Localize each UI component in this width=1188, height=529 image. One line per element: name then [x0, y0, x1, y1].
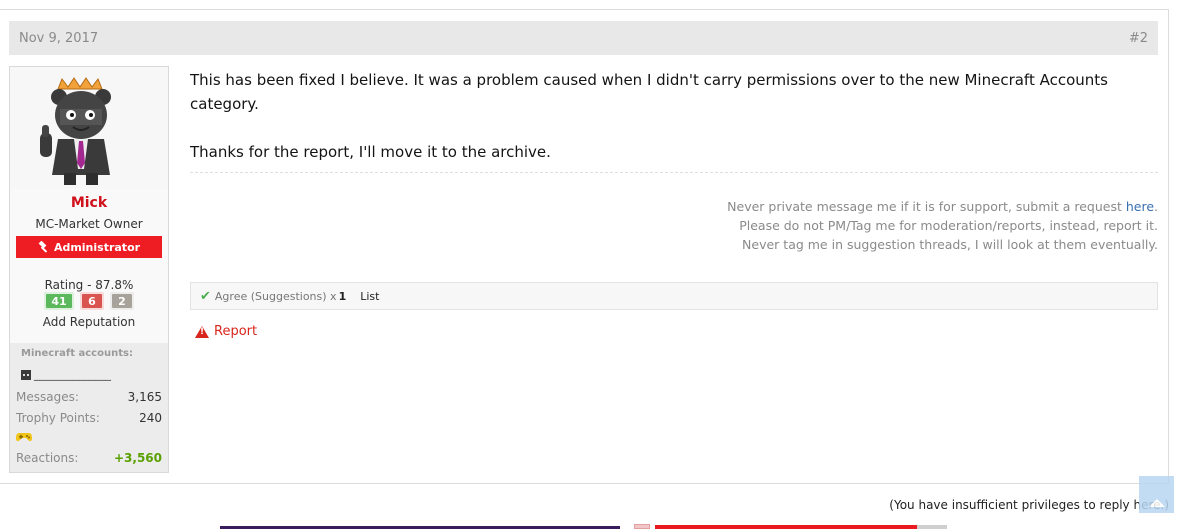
message-paragraph: Thanks for the report, I'll move it to t…: [190, 143, 551, 161]
reaction-label[interactable]: Agree: [215, 290, 247, 303]
minecraft-account-name: ______________: [34, 368, 111, 381]
post-date[interactable]: Nov 9, 2017: [19, 31, 98, 46]
signature-line-1: Never private message me if it is for su…: [458, 197, 1158, 216]
gamepad-icon: [16, 431, 32, 446]
reactions-bar: ✔ Agree (Suggestions) x 1 List: [190, 282, 1158, 310]
signature: Never private message me if it is for su…: [458, 197, 1158, 254]
avatar-image: [40, 77, 111, 185]
signature-line-3: Never tag me in suggestion threads, I wi…: [742, 237, 1158, 252]
stat-label: Messages:: [16, 390, 79, 404]
signature-period: .: [1154, 199, 1158, 214]
minecraft-head-icon: [21, 369, 31, 380]
report-link[interactable]: Report: [195, 324, 257, 339]
stat-value: 3,165: [127, 390, 162, 404]
support-request-link[interactable]: here: [1126, 199, 1154, 214]
stat-reactions: Reactions: +3,560: [16, 451, 162, 465]
reaction-list-link[interactable]: List: [360, 290, 379, 303]
rating-neutral[interactable]: 2: [110, 292, 134, 310]
user-extra-info: Minecraft accounts: ______________ Messa…: [10, 343, 168, 472]
signature-divider: [190, 172, 1158, 173]
add-reputation-link[interactable]: Add Reputation: [10, 315, 168, 329]
signature-text: Never private message me if it is for su…: [727, 199, 1126, 214]
reaction-category: (Suggestions): [250, 289, 327, 303]
reaction-multiplier: x: [330, 289, 337, 303]
stat-messages: Messages: 3,165: [16, 390, 162, 404]
admin-badge-label: Administrator: [53, 240, 141, 254]
reply-notice: (You have insufficient privileges to rep…: [889, 498, 1169, 512]
admin-badge: Administrator: [16, 236, 162, 258]
rating-positive[interactable]: 41: [44, 292, 74, 310]
reaction-count: 1: [338, 289, 347, 303]
user-info: Mick MC-Market Owner Administrator Ratin…: [10, 189, 168, 343]
stat-value: +3,560: [113, 451, 162, 465]
checkmark-icon: ✔: [200, 288, 211, 304]
stat-trophy-points: Trophy Points: 240: [16, 411, 162, 425]
bottom-banner-edge: [917, 525, 947, 529]
post-header: Nov 9, 2017 #2: [9, 21, 1158, 55]
username[interactable]: Mick: [10, 195, 168, 211]
rating-label: Rating - 87.8%: [44, 278, 134, 292]
stat-value[interactable]: 240: [139, 411, 162, 425]
bottom-banner-right: [655, 525, 917, 529]
message-body: This has been fixed I believe. It was a …: [190, 68, 1150, 164]
rating-boxes: 41 6 2: [10, 292, 168, 310]
post-permalink[interactable]: #2: [1129, 31, 1148, 46]
minecraft-account[interactable]: ______________: [21, 368, 111, 381]
message-paragraph: This has been fixed I believe. It was a …: [190, 71, 1108, 113]
avatar[interactable]: [10, 67, 168, 189]
warning-triangle-icon: [195, 325, 209, 338]
scroll-to-top-button[interactable]: [1139, 476, 1174, 513]
bottom-banner-tab: [634, 524, 650, 529]
hammer-icon: [38, 241, 48, 253]
rating-negative[interactable]: 6: [80, 292, 104, 310]
report-label: Report: [214, 324, 258, 339]
minecraft-accounts-label: Minecraft accounts:: [21, 348, 133, 359]
user-panel: Mick MC-Market Owner Administrator Ratin…: [9, 66, 169, 473]
stat-label: Reactions:: [16, 451, 79, 465]
stat-label: Trophy Points:: [16, 411, 100, 425]
signature-line-2: Please do not PM/Tag me for moderation/r…: [739, 218, 1158, 233]
user-title: MC-Market Owner: [35, 217, 143, 231]
arrow-up-icon: [1148, 498, 1165, 507]
